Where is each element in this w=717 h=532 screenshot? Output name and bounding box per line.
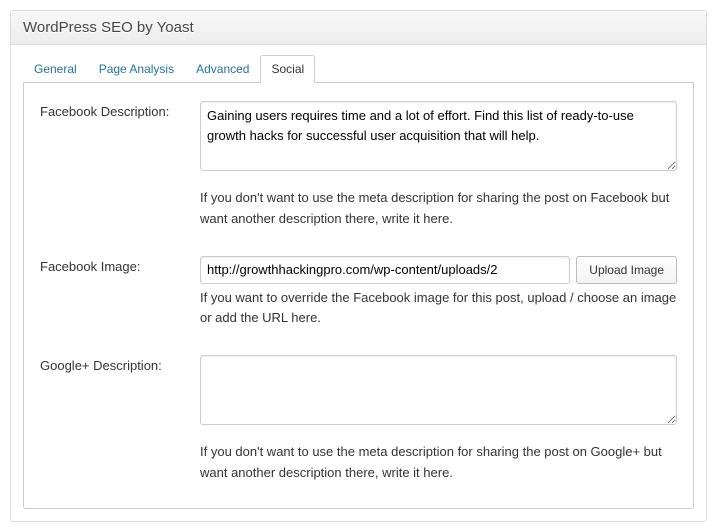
- gp-description-input[interactable]: [200, 355, 677, 425]
- tab-social[interactable]: Social: [260, 55, 315, 83]
- seo-metabox: WordPress SEO by Yoast General Page Anal…: [10, 10, 707, 522]
- gp-description-label: Google+ Description:: [40, 355, 200, 428]
- fb-description-input[interactable]: Gaining users requires time and a lot of…: [200, 101, 677, 171]
- fb-image-url-input[interactable]: [200, 256, 570, 284]
- fb-description-help: If you don't want to use the meta descri…: [200, 188, 677, 230]
- fb-image-help: If you want to override the Facebook ima…: [200, 288, 677, 330]
- gp-description-help: If you don't want to use the meta descri…: [200, 442, 677, 484]
- fb-description-label: Facebook Description:: [40, 101, 200, 174]
- tab-content-social: Facebook Description: Gaining users requ…: [23, 83, 694, 509]
- metabox-body: General Page Analysis Advanced Social Fa…: [11, 45, 706, 521]
- fb-image-label: Facebook Image:: [40, 256, 200, 348]
- tab-page-analysis[interactable]: Page Analysis: [88, 55, 185, 83]
- tab-advanced[interactable]: Advanced: [185, 55, 260, 83]
- tab-general[interactable]: General: [23, 55, 88, 83]
- metabox-title: WordPress SEO by Yoast: [11, 11, 706, 45]
- upload-image-button[interactable]: Upload Image: [576, 256, 677, 284]
- tab-bar: General Page Analysis Advanced Social: [23, 55, 694, 83]
